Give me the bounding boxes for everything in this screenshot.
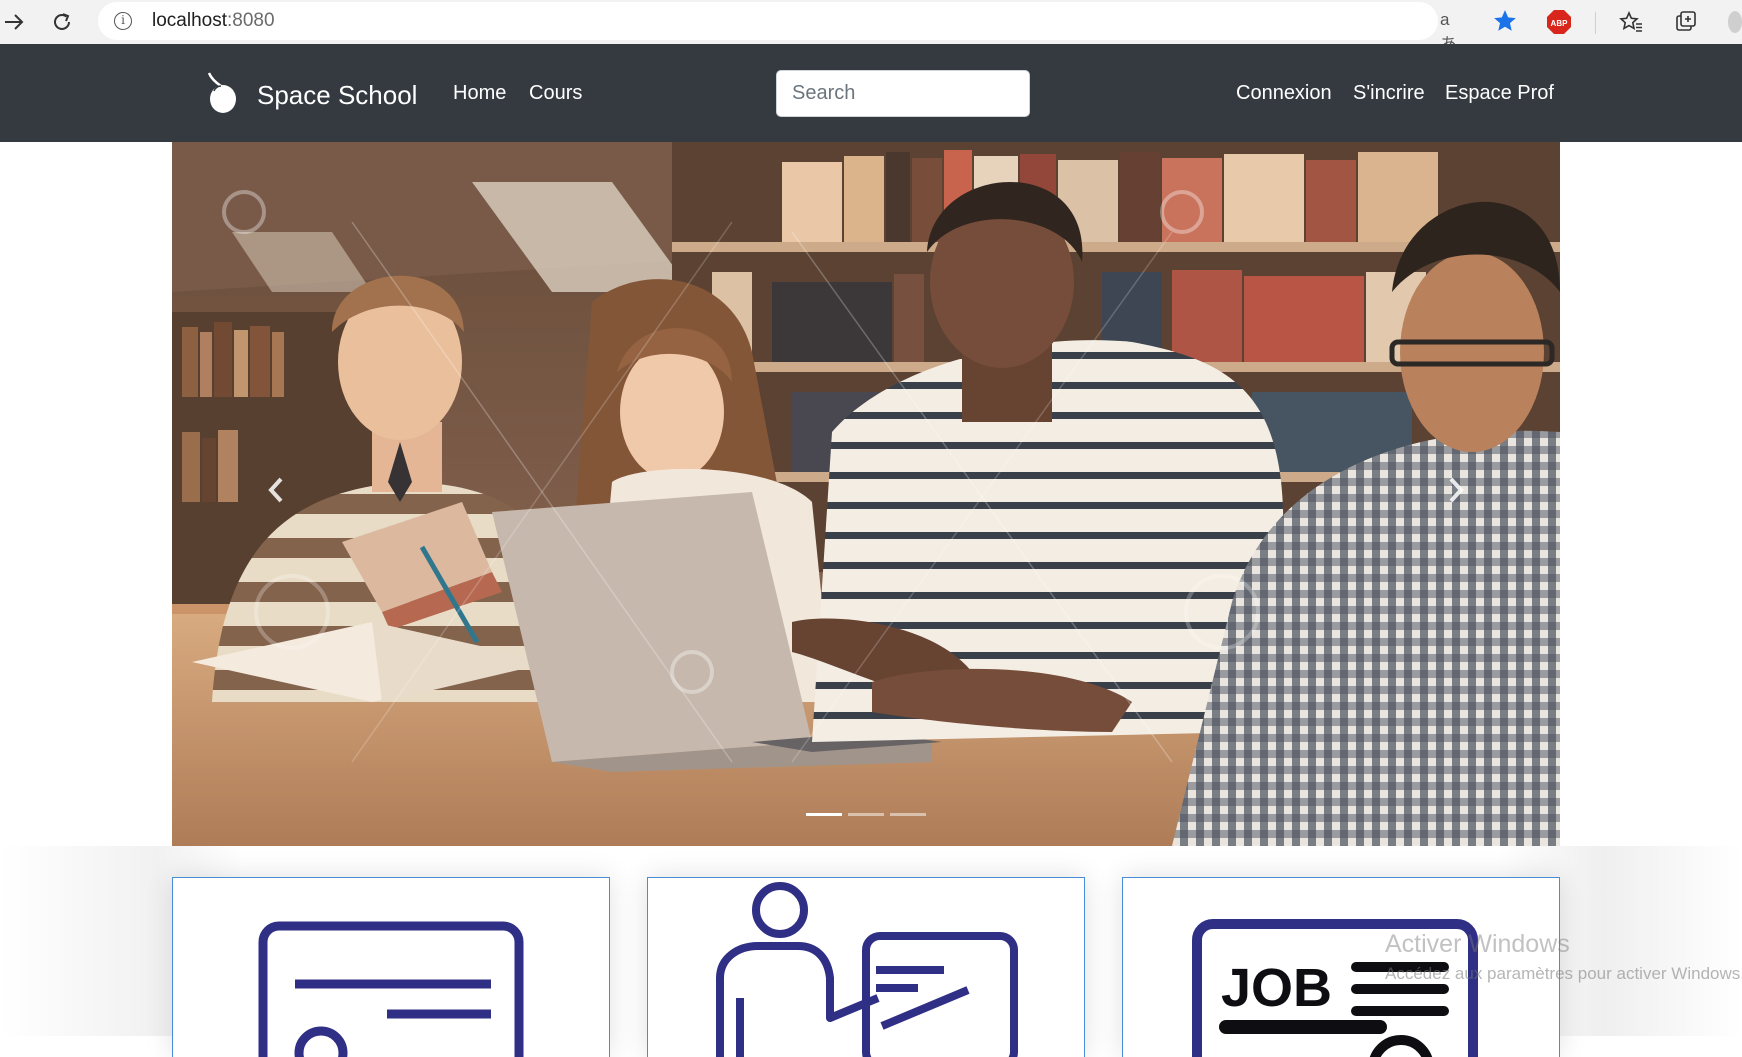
adblock-badge-text: ABP <box>1551 19 1569 28</box>
students-library-photo <box>172 142 1560 846</box>
feature-card-1[interactable] <box>172 877 610 1057</box>
hero-carousel <box>172 142 1560 846</box>
bookmark-star-icon[interactable] <box>1492 8 1518 39</box>
nav-espace-prof-link[interactable]: Espace Prof <box>1445 82 1554 105</box>
url-host: localhost <box>152 10 227 31</box>
adblock-icon[interactable]: ABP <box>1545 8 1573 36</box>
toolbar-divider <box>1595 12 1596 34</box>
address-bar[interactable]: i localhost:8080 aあ <box>98 2 1516 54</box>
windows-activation-title: Activer Windows <box>1385 930 1570 958</box>
brand-link[interactable]: Space School <box>205 72 417 119</box>
forward-icon[interactable] <box>0 8 28 36</box>
brand-name: Space School <box>257 80 418 110</box>
favorites-icon[interactable] <box>1617 8 1645 36</box>
profile-icon[interactable] <box>1722 8 1742 36</box>
mouse-logo-icon <box>205 72 239 119</box>
chevron-right-icon <box>1446 476 1466 509</box>
carousel-indicator-3[interactable] <box>890 813 926 816</box>
job-icon-text: JOB <box>1221 958 1332 1018</box>
search-input[interactable] <box>776 70 1030 117</box>
carousel-indicators <box>172 813 1560 816</box>
nav-connexion-link[interactable]: Connexion <box>1236 82 1332 105</box>
chevron-left-icon <box>266 476 286 509</box>
windows-activation-subtitle: Accédez aux paramètres pour activer Wind… <box>1385 964 1742 983</box>
nav-cours-link[interactable]: Cours <box>529 82 582 105</box>
site-info-icon[interactable]: i <box>114 12 132 30</box>
job-icon: JOB <box>1123 919 1559 1057</box>
browser-toolbar: i localhost:8080 aあ ABP <box>0 0 1742 54</box>
reload-icon[interactable] <box>48 8 76 36</box>
url-port: :8080 <box>227 10 275 31</box>
certificate-icon <box>173 921 609 1057</box>
teacher-board-icon <box>648 882 1084 1057</box>
carousel-indicator-2[interactable] <box>848 813 884 816</box>
carousel-prev-button[interactable] <box>246 462 306 522</box>
carousel-indicator-1[interactable] <box>806 813 842 816</box>
feature-card-2[interactable] <box>647 877 1085 1057</box>
collections-icon[interactable] <box>1672 8 1700 36</box>
site-navbar: Space School Home Cours Connexion S'incr… <box>0 44 1742 142</box>
nav-sincrire-link[interactable]: S'incrire <box>1353 82 1425 105</box>
carousel-next-button[interactable] <box>1426 462 1486 522</box>
nav-home-link[interactable]: Home <box>453 82 506 105</box>
url-text[interactable]: localhost:8080 <box>152 10 275 32</box>
